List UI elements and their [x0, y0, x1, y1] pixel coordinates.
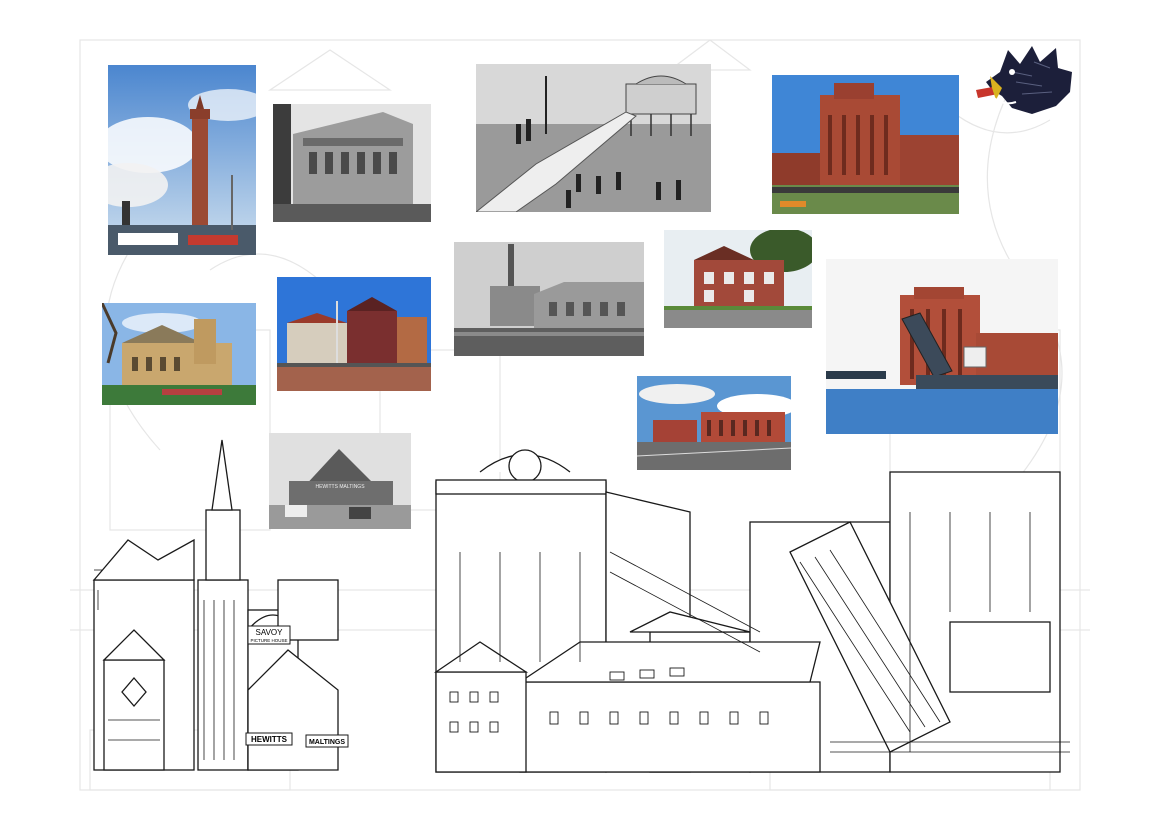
sketch-right-townscape	[430, 432, 1070, 777]
photo-minster-church	[102, 303, 256, 405]
photo-mill-chimney	[454, 242, 644, 356]
sketch-left-townscape: SAVOY PICTURE HOUSE HEWITTS MALTINGS	[88, 430, 350, 775]
photo-victoria-mills	[772, 75, 959, 214]
maltings-sign: MALTINGS	[309, 739, 345, 746]
photo-pier-pavilion	[476, 64, 711, 212]
savoy-sign-sub: PICTURE HOUSE	[250, 638, 287, 643]
collage-board: HEWITTS MALTINGS SAVOY PICTURE HOUSE HEW…	[0, 0, 1160, 825]
hewitts-sign: HEWITTS	[251, 735, 288, 744]
photo-brick-house	[664, 230, 812, 328]
boar-head-crest-icon	[972, 42, 1076, 116]
photo-town-square	[277, 277, 431, 391]
photo-savoy-building	[273, 104, 431, 222]
photo-dock-tower	[108, 65, 256, 255]
savoy-sign: SAVOY	[256, 628, 284, 637]
photo-lift-bridge	[826, 259, 1058, 434]
